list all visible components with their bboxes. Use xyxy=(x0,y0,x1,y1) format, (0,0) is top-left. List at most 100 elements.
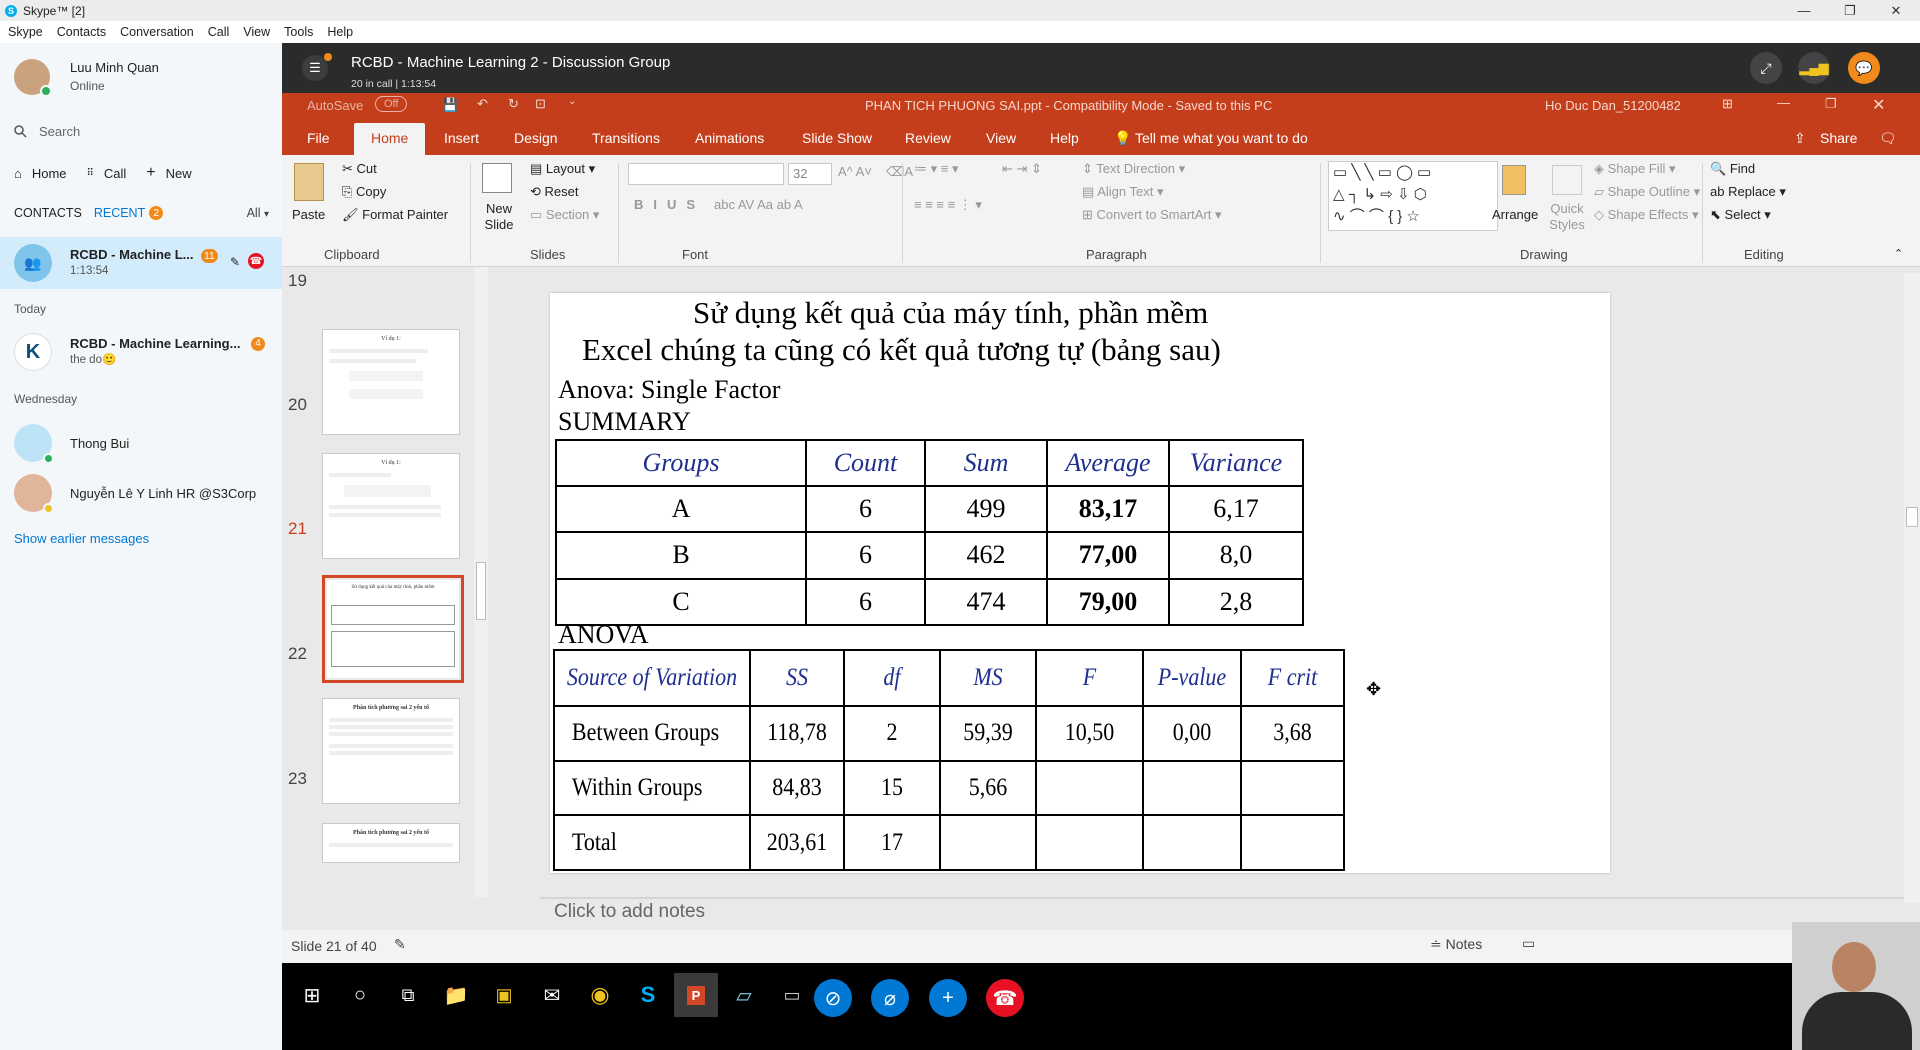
file-explorer-icon[interactable]: 📁 xyxy=(434,973,478,1017)
menu-conversation[interactable]: Conversation xyxy=(120,25,194,39)
shape-effects-button[interactable]: ◇ Shape Effects ▾ xyxy=(1594,207,1698,223)
notepad-icon[interactable]: ▱ xyxy=(722,973,766,1017)
spacing-icons[interactable]: abc AV Aa ab A xyxy=(714,197,803,212)
windows-start-icon[interactable]: ⊞ xyxy=(290,973,334,1017)
signal-strength-icon[interactable]: ▂▄▆ xyxy=(1798,52,1830,84)
save-icon[interactable]: 💾 xyxy=(442,97,458,113)
find-button[interactable]: 🔍 Find xyxy=(1710,161,1755,177)
slide-thumbnail[interactable]: Phân tích phương sai 2 yếu tố xyxy=(322,823,460,863)
tab-home[interactable]: Home xyxy=(354,123,426,155)
menu-help[interactable]: Help xyxy=(327,25,353,39)
font-name-select[interactable] xyxy=(628,163,784,185)
avatar[interactable] xyxy=(14,59,52,97)
format-painter-button[interactable]: 🖌 Format Painter xyxy=(342,207,448,223)
notes-button[interactable]: ≐ Notes xyxy=(1430,936,1482,953)
powerpoint-taskbar-icon[interactable]: P xyxy=(674,973,718,1017)
menu-skype[interactable]: Skype xyxy=(8,25,43,39)
hangup-icon[interactable]: ☎ xyxy=(248,253,264,269)
menu-contacts[interactable]: Contacts xyxy=(57,25,106,39)
grow-font-icon[interactable]: A^ A˅ xyxy=(838,164,872,179)
chat-bubble-icon[interactable]: 💬 xyxy=(1848,52,1880,84)
nav-call[interactable]: ⠿ Call xyxy=(87,164,127,182)
shape-fill-button[interactable]: ◈ Shape Fill ▾ xyxy=(1594,161,1676,177)
show-earlier-link[interactable]: Show earlier messages xyxy=(14,531,149,546)
tell-me-input[interactable]: Tell me what you want to do xyxy=(1135,130,1308,146)
reset-button[interactable]: ⟲ Reset xyxy=(530,184,579,200)
end-call-button[interactable]: ☎ xyxy=(986,979,1024,1017)
new-slide-icon[interactable] xyxy=(482,163,512,193)
add-participant-button[interactable]: + xyxy=(929,979,967,1017)
ribbon-display-icon[interactable]: ⊞ xyxy=(1722,96,1733,112)
contact-item[interactable]: Nguyễn Lê Y Linh HR @S3Corp xyxy=(14,474,256,514)
tab-animations[interactable]: Animations xyxy=(695,130,764,146)
ppt-restore-button[interactable]: ❐ xyxy=(1825,96,1837,112)
shapes-gallery[interactable]: ▭ ╲ ╲ ▭ ◯ ▭ △ ┐ ↳ ⇨ ⇩ ⬡ ∿ ⌒ ⌒ { } ☆ xyxy=(1328,161,1498,231)
nav-home[interactable]: ⌂ Home xyxy=(14,164,67,182)
chrome-icon[interactable]: ◉ xyxy=(578,973,622,1017)
notes-pane[interactable]: Click to add notes xyxy=(554,901,1154,927)
mic-off-button[interactable]: ⌀ xyxy=(871,979,909,1017)
slide-thumbnail-selected[interactable]: Sử dụng kết quả của máy tính, phần mềm xyxy=(322,575,464,683)
arrange-icon[interactable] xyxy=(1502,165,1526,195)
arrange-button[interactable]: Arrange xyxy=(1492,207,1538,222)
nav-new[interactable]: + New xyxy=(146,164,191,182)
cortana-icon[interactable]: ○ xyxy=(338,973,382,1017)
quick-styles-button[interactable]: Quick Styles xyxy=(1546,201,1588,233)
close-window-button[interactable]: ✕ xyxy=(1876,0,1916,21)
indent-icon[interactable]: ⇤ ⇥ ⇕ xyxy=(1002,161,1042,177)
tab-design[interactable]: Design xyxy=(514,130,558,146)
tab-recent[interactable]: RECENT xyxy=(94,206,145,220)
task-view-icon[interactable]: ⧉ xyxy=(386,973,430,1017)
share-icon[interactable]: ⇪ xyxy=(1794,130,1806,147)
scrollbar-thumb[interactable] xyxy=(476,562,486,620)
tab-transitions[interactable]: Transitions xyxy=(592,130,660,146)
video-off-button[interactable]: ⊘ xyxy=(814,979,852,1017)
slide-scrollbar[interactable] xyxy=(1904,273,1920,903)
menu-view[interactable]: View xyxy=(243,25,270,39)
new-slide-button[interactable]: New Slide xyxy=(478,201,520,233)
cut-button[interactable]: ✂ Cut xyxy=(342,161,377,177)
tab-view[interactable]: View xyxy=(986,130,1016,146)
spellcheck-icon[interactable]: ✎ xyxy=(394,936,406,953)
section-button[interactable]: ▭ Section ▾ xyxy=(530,207,599,223)
presentation-icon[interactable]: ⊡ xyxy=(535,96,546,112)
autosave-toggle[interactable]: Off xyxy=(375,96,408,112)
copy-button[interactable]: ⎘ Copy xyxy=(342,184,386,200)
search-input[interactable]: Search xyxy=(14,124,80,139)
clipboard-icon[interactable] xyxy=(294,163,324,201)
ppt-minimize-button[interactable]: — xyxy=(1777,95,1790,110)
bullets-icon[interactable]: ≔ ▾ ≡ ▾ xyxy=(914,161,958,177)
menu-call[interactable]: Call xyxy=(208,25,230,39)
filter-all-dropdown[interactable]: All ▾ xyxy=(247,206,269,220)
thumbnail-scrollbar[interactable] xyxy=(474,267,488,897)
active-conversation[interactable]: 👥 RCBD - Machine L... 11 1:13:54 ✎ ☎ xyxy=(0,237,282,289)
terminal-icon[interactable]: ▭ xyxy=(770,973,814,1017)
conversation-item[interactable]: K RCBD - Machine Learning... 4 the do🙂 xyxy=(14,333,265,371)
customize-toolbar-icon[interactable]: ⌄ xyxy=(568,96,576,107)
slide-thumbnail[interactable]: Ví dụ 1: xyxy=(322,453,460,559)
select-button[interactable]: ⬉ Select ▾ xyxy=(1710,207,1771,223)
normal-view-icon[interactable]: ▭ xyxy=(1522,935,1535,952)
text-style-icons[interactable]: BIUS xyxy=(634,197,705,212)
replace-button[interactable]: ab Replace ▾ xyxy=(1710,184,1786,200)
app-icon[interactable]: ▣ xyxy=(482,973,526,1017)
clear-formatting-icon[interactable]: ⌫A xyxy=(886,164,913,180)
profile[interactable]: Luu Minh Quan Online xyxy=(14,59,159,97)
font-size-select[interactable]: 32 xyxy=(788,163,832,185)
tab-insert[interactable]: Insert xyxy=(444,130,479,146)
align-text-button[interactable]: ▤ Align Text ▾ xyxy=(1082,184,1163,200)
tab-slide-show[interactable]: Slide Show xyxy=(802,130,872,146)
mail-icon[interactable]: ✉ xyxy=(530,973,574,1017)
minimize-button[interactable]: — xyxy=(1784,0,1824,21)
ppt-close-button[interactable]: ✕ xyxy=(1872,95,1885,115)
skype-taskbar-icon[interactable]: S xyxy=(626,973,670,1017)
slide-thumbnail[interactable]: Phân tích phương sai 2 yếu tố xyxy=(322,698,460,804)
slide-thumbnail[interactable]: Ví dụ 1: xyxy=(322,329,460,435)
shape-outline-button[interactable]: ▱ Shape Outline ▾ xyxy=(1594,184,1700,200)
menu-tools[interactable]: Tools xyxy=(284,25,313,39)
share-button[interactable]: Share xyxy=(1820,130,1857,146)
undo-icon[interactable]: ↶ xyxy=(477,96,488,112)
mic-muted-icon[interactable]: ✎ xyxy=(230,255,240,269)
align-icons[interactable]: ≡ ≡ ≡ ≡ ⋮ ▾ xyxy=(914,197,982,213)
layout-button[interactable]: ▤ Layout ▾ xyxy=(530,161,595,177)
